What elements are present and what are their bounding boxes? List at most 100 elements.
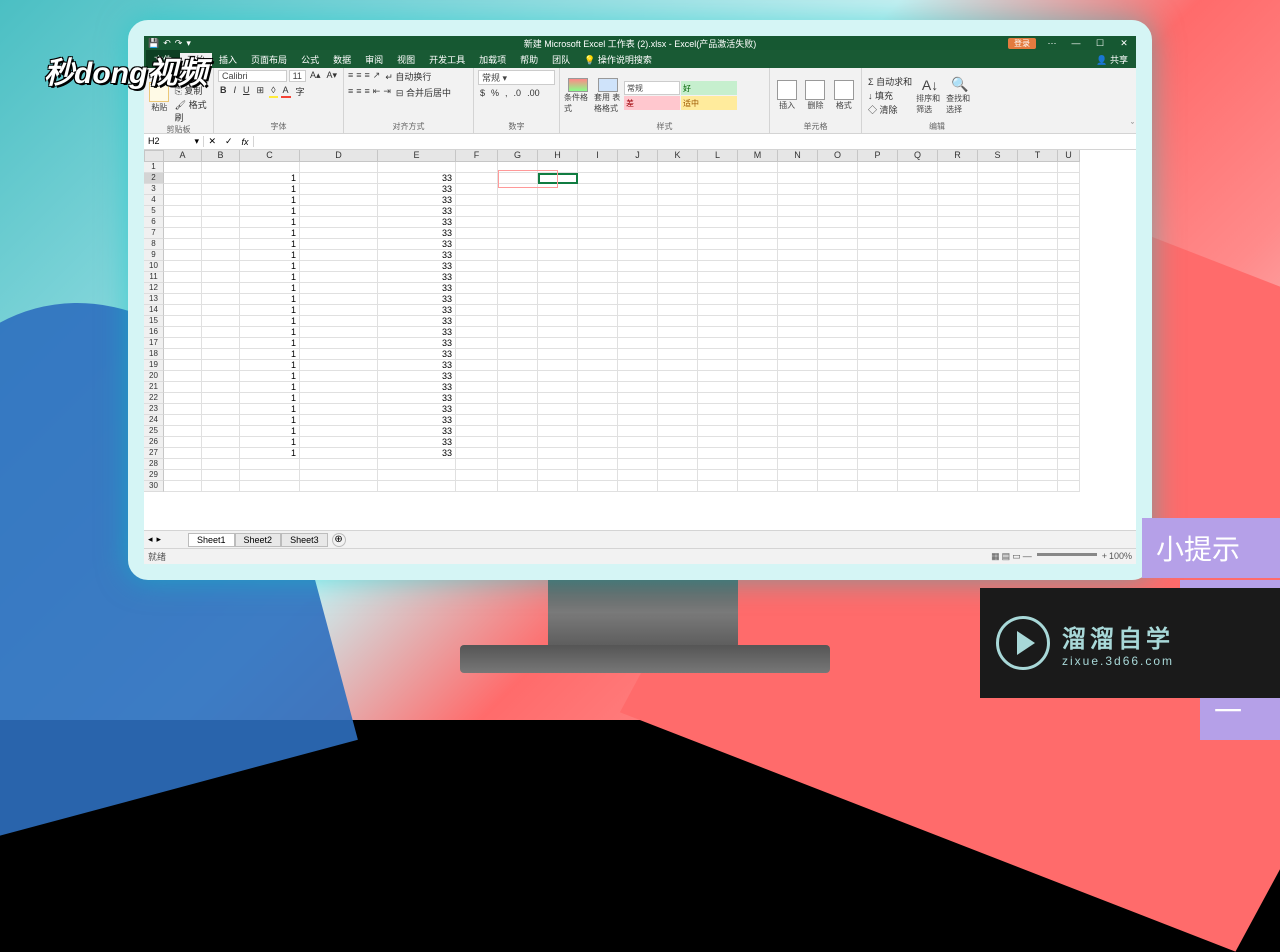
- cell[interactable]: [898, 294, 938, 305]
- cell[interactable]: [1058, 349, 1080, 360]
- cell[interactable]: [978, 360, 1018, 371]
- cell[interactable]: [898, 162, 938, 173]
- cell[interactable]: [300, 283, 378, 294]
- indent-inc-icon[interactable]: ⇥: [383, 86, 391, 99]
- cell[interactable]: [202, 261, 240, 272]
- cell[interactable]: [456, 459, 498, 470]
- cell[interactable]: [538, 393, 578, 404]
- redo-icon[interactable]: ↷: [175, 38, 183, 49]
- row-header[interactable]: 2: [144, 173, 164, 184]
- row-header[interactable]: 4: [144, 195, 164, 206]
- cell[interactable]: [578, 283, 618, 294]
- cell[interactable]: [618, 415, 658, 426]
- cell[interactable]: 33: [378, 371, 456, 382]
- cell[interactable]: [498, 305, 538, 316]
- cell[interactable]: 1: [240, 239, 300, 250]
- cell[interactable]: [698, 426, 738, 437]
- cell[interactable]: [456, 360, 498, 371]
- cell[interactable]: [978, 459, 1018, 470]
- cell[interactable]: [456, 184, 498, 195]
- cell[interactable]: [578, 349, 618, 360]
- col-header-R[interactable]: R: [938, 150, 978, 162]
- cell[interactable]: [818, 250, 858, 261]
- cell[interactable]: 33: [378, 305, 456, 316]
- cell[interactable]: [738, 327, 778, 338]
- cell[interactable]: [738, 195, 778, 206]
- cell[interactable]: [300, 393, 378, 404]
- cell[interactable]: [738, 404, 778, 415]
- cell[interactable]: 33: [378, 360, 456, 371]
- cell[interactable]: [456, 437, 498, 448]
- style-bad[interactable]: 差: [624, 96, 680, 110]
- cell[interactable]: [658, 217, 698, 228]
- find-select-button[interactable]: 🔍查找和选择: [946, 78, 974, 114]
- cell[interactable]: [618, 360, 658, 371]
- view-normal-icon[interactable]: ▦: [991, 551, 1000, 562]
- cell[interactable]: [300, 404, 378, 415]
- cell[interactable]: [978, 404, 1018, 415]
- cell[interactable]: [578, 162, 618, 173]
- cell[interactable]: [202, 228, 240, 239]
- number-format-select[interactable]: 常规 ▾: [478, 70, 555, 85]
- cell[interactable]: [498, 470, 538, 481]
- row-header[interactable]: 3: [144, 184, 164, 195]
- cell[interactable]: [1018, 184, 1058, 195]
- cell[interactable]: [1018, 404, 1058, 415]
- cell[interactable]: [898, 250, 938, 261]
- cell[interactable]: [658, 382, 698, 393]
- cell[interactable]: [300, 448, 378, 459]
- cell[interactable]: [456, 349, 498, 360]
- cell[interactable]: [738, 349, 778, 360]
- cell[interactable]: 33: [378, 195, 456, 206]
- cell[interactable]: [202, 195, 240, 206]
- cell[interactable]: [778, 305, 818, 316]
- cell[interactable]: [202, 305, 240, 316]
- cell[interactable]: 1: [240, 283, 300, 294]
- wrap-text-button[interactable]: ↵ 自动换行: [383, 70, 433, 83]
- cell[interactable]: [1058, 305, 1080, 316]
- cell[interactable]: [978, 272, 1018, 283]
- row-header[interactable]: 12: [144, 283, 164, 294]
- cell[interactable]: [538, 404, 578, 415]
- cell[interactable]: [498, 371, 538, 382]
- cell[interactable]: [618, 239, 658, 250]
- cell[interactable]: [658, 206, 698, 217]
- cell[interactable]: [498, 184, 538, 195]
- cell[interactable]: [498, 283, 538, 294]
- cell[interactable]: 33: [378, 184, 456, 195]
- cell-grid[interactable]: 1331331331331331331331331331331331331331…: [164, 162, 1136, 530]
- sheet-tab-1[interactable]: Sheet1: [188, 533, 235, 547]
- cell[interactable]: 33: [378, 426, 456, 437]
- cell[interactable]: [898, 426, 938, 437]
- cell[interactable]: [498, 173, 538, 184]
- cell[interactable]: [578, 481, 618, 492]
- cell[interactable]: [538, 459, 578, 470]
- cell[interactable]: [818, 481, 858, 492]
- cell[interactable]: [538, 239, 578, 250]
- cell[interactable]: [202, 437, 240, 448]
- cell[interactable]: [498, 195, 538, 206]
- cell[interactable]: [658, 162, 698, 173]
- cell[interactable]: [164, 459, 202, 470]
- clear-button[interactable]: ◇ 清除: [866, 103, 914, 116]
- cell[interactable]: [818, 338, 858, 349]
- cell[interactable]: [578, 426, 618, 437]
- cell[interactable]: 1: [240, 371, 300, 382]
- cell[interactable]: [858, 239, 898, 250]
- cell[interactable]: [658, 349, 698, 360]
- cell[interactable]: [778, 459, 818, 470]
- cell[interactable]: [658, 184, 698, 195]
- cell[interactable]: [538, 272, 578, 283]
- cell[interactable]: [778, 283, 818, 294]
- cell[interactable]: [164, 415, 202, 426]
- cell[interactable]: [300, 481, 378, 492]
- cell[interactable]: [618, 393, 658, 404]
- cell[interactable]: [938, 448, 978, 459]
- cell[interactable]: [938, 481, 978, 492]
- cell[interactable]: [898, 459, 938, 470]
- cell[interactable]: [578, 360, 618, 371]
- cell[interactable]: [698, 294, 738, 305]
- cell[interactable]: [858, 448, 898, 459]
- cell[interactable]: [858, 228, 898, 239]
- cell[interactable]: [978, 228, 1018, 239]
